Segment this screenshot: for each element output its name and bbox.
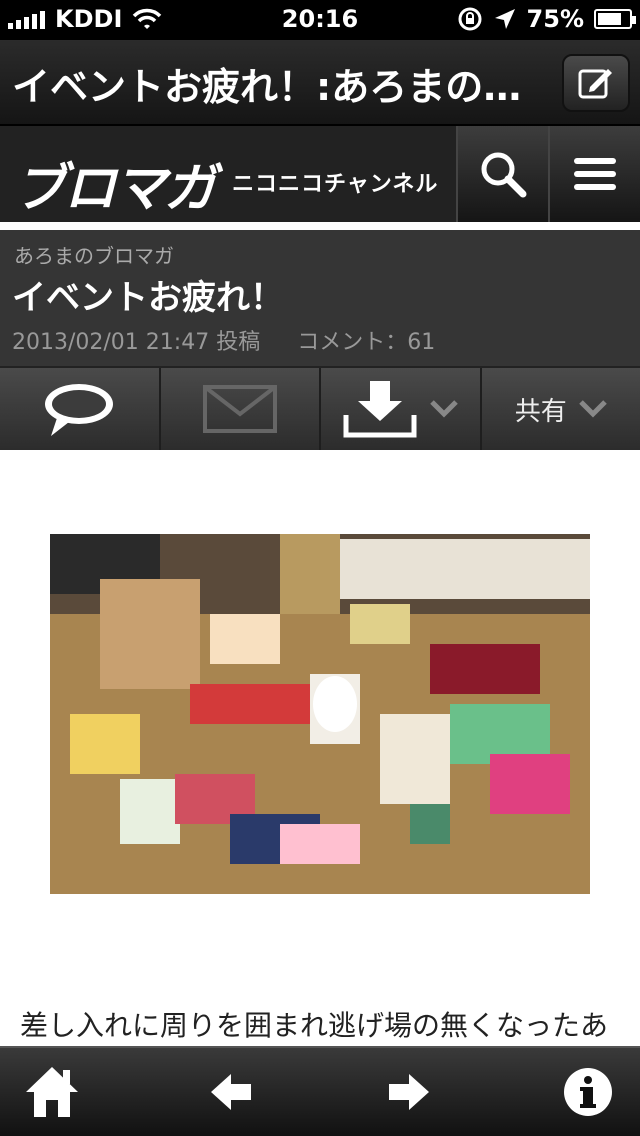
niconico-channel-label: ニコニコチャンネル [232, 172, 439, 197]
compose-icon [578, 69, 612, 99]
article-header: あろまのブロマガ イベントお疲れ！ 2013/02/01 21:47 投稿 コメ… [0, 230, 640, 366]
location-icon [494, 9, 515, 29]
status-bar: KDDI 20:16 75% [0, 0, 640, 40]
article-meta: 2013/02/01 21:47 投稿 コメント：61 [12, 324, 435, 356]
share-button[interactable]: 共有 [481, 368, 640, 450]
search-button[interactable] [456, 126, 548, 222]
article-photo[interactable] [50, 534, 590, 894]
home-icon [26, 1067, 78, 1117]
share-label: 共有 [514, 396, 567, 427]
action-bar: 共有 [0, 366, 640, 450]
chevron-down-icon [430, 400, 459, 418]
search-icon [481, 152, 527, 198]
article-body: 差し入れに周りを囲まれ逃げ場の無くなったあ [20, 1009, 609, 1042]
title-bar: イベントお疲れ！:あろまの… [0, 40, 640, 126]
download-button[interactable] [321, 368, 482, 450]
rotation-lock-icon [458, 7, 482, 31]
download-icon [343, 381, 417, 438]
chevron-down-icon [578, 400, 607, 418]
page-title: イベントお疲れ！:あろまの… [12, 65, 522, 109]
bottom-toolbar [0, 1046, 640, 1136]
info-button[interactable] [556, 1060, 620, 1124]
speech-bubble-icon [45, 384, 114, 436]
article-title: イベントお疲れ！ [12, 278, 284, 318]
blog-name[interactable]: あろまのブロマガ [14, 240, 174, 269]
photo-of-gifts [50, 534, 590, 894]
battery-percent: 75% [526, 5, 584, 33]
arrow-left-icon [210, 1074, 251, 1110]
arrow-right-icon [389, 1074, 430, 1110]
comment-count[interactable]: コメント：61 [297, 330, 435, 355]
mail-button[interactable] [160, 368, 321, 450]
battery-icon [594, 9, 636, 29]
info-icon [563, 1068, 612, 1116]
site-header: ブロマガ ニコニコチャンネル [0, 126, 640, 226]
post-date: 2013/02/01 21:47 投稿 [12, 330, 261, 355]
forward-button[interactable] [377, 1060, 441, 1124]
menu-icon [574, 158, 616, 190]
back-button[interactable] [199, 1060, 263, 1124]
blomaga-logo[interactable]: ブロマガ [14, 146, 216, 221]
home-button[interactable] [20, 1060, 84, 1124]
menu-button[interactable] [548, 126, 640, 222]
compose-button[interactable] [562, 54, 630, 112]
envelope-icon [202, 385, 277, 433]
comment-button[interactable] [0, 368, 161, 450]
